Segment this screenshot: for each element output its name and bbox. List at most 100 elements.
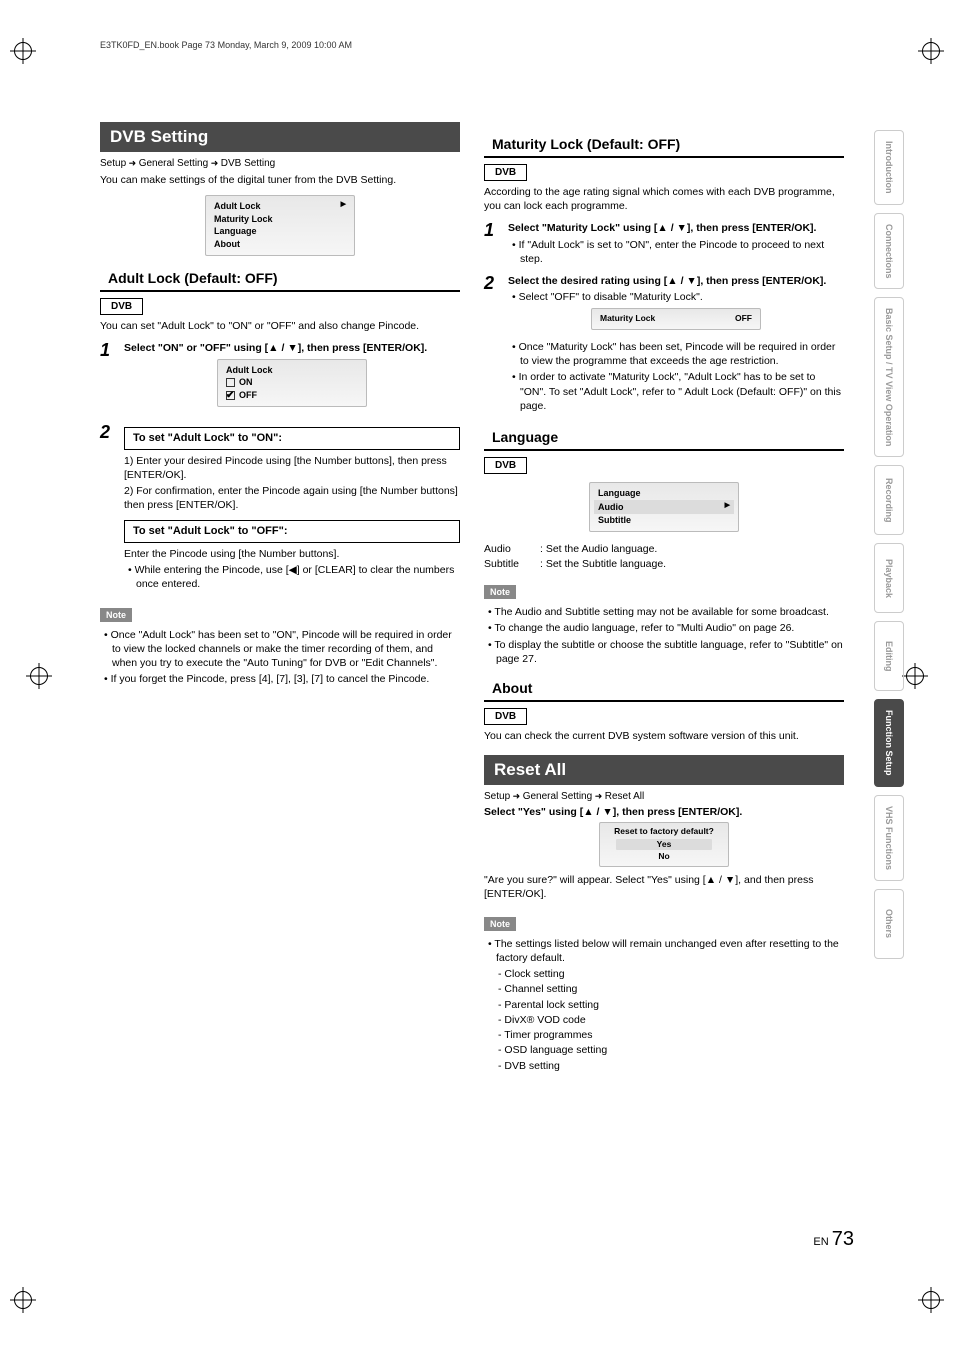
step-1: 1 Select "Maturity Lock" using [▲ / ▼], …: [484, 221, 844, 268]
list-item: Timer programmes: [498, 1028, 844, 1043]
registration-mark: [14, 42, 32, 60]
subheading-language: Language: [484, 425, 844, 451]
bullet: If "Adult Lock" is set to "ON", enter th…: [508, 238, 844, 266]
menu-item: Adult Lock: [214, 200, 261, 213]
breadcrumb-item: General Setting: [139, 158, 209, 169]
note-bullet: The settings listed below will remain un…: [484, 937, 844, 965]
boxed-heading: To set "Adult Lock" to "ON":: [124, 427, 460, 450]
intro-text: According to the age rating signal which…: [484, 185, 844, 213]
list-item: OSD language setting: [498, 1043, 844, 1058]
substep: Enter the Pincode using [the Number butt…: [124, 547, 460, 561]
breadcrumb-item: Setup: [484, 791, 510, 802]
box-title: Reset to factory default?: [606, 826, 722, 837]
tab-playback[interactable]: Playback: [874, 543, 904, 613]
section-heading-reset: Reset All: [484, 755, 844, 785]
intro-text: You can check the current DVB system sof…: [484, 729, 844, 743]
body-text: "Are you sure?" will appear. Select "Yes…: [484, 873, 844, 901]
tab-others[interactable]: Others: [874, 889, 904, 959]
adult-lock-options-box: Adult Lock ON OFF: [217, 359, 367, 407]
list-item: Channel setting: [498, 982, 844, 997]
checkbox-checked-icon: [226, 391, 235, 400]
menu-item: Subtitle: [598, 514, 730, 527]
option-on: ON: [226, 376, 358, 389]
note-bullet: If you forget the Pincode, press [4], [7…: [100, 672, 460, 686]
step-2: 2 Select the desired rating using [▲ / ▼…: [484, 274, 844, 415]
step-head: Select the desired rating using [▲ / ▼],…: [508, 274, 844, 288]
tab-recording[interactable]: Recording: [874, 465, 904, 535]
step-1: 1 Select "ON" or "OFF" using [▲ / ▼], th…: [100, 341, 460, 417]
menu-title: Language: [598, 487, 730, 500]
substep: 2) For confirmation, enter the Pincode a…: [124, 484, 460, 512]
dvb-badge: DVB: [484, 457, 527, 474]
dvb-badge: DVB: [100, 298, 143, 315]
page-footer: EN 73: [813, 1228, 854, 1251]
bullet: While entering the Pincode, use [◀] or […: [124, 563, 460, 591]
tab-function-setup[interactable]: Function Setup: [874, 699, 904, 787]
menu-item: Audio: [598, 501, 624, 514]
registration-mark: [906, 667, 924, 685]
step-number: 2: [484, 274, 502, 415]
breadcrumb-item: DVB Setting: [221, 158, 275, 169]
page-number: 73: [832, 1228, 854, 1250]
subheading-maturity-lock: Maturity Lock (Default: OFF): [484, 132, 844, 158]
dvb-badge: DVB: [484, 164, 527, 181]
option-off: OFF: [226, 389, 358, 402]
definition: : Set the Subtitle language.: [540, 557, 666, 573]
step-number: 1: [100, 341, 118, 417]
breadcrumb: Setup General Setting DVB Setting: [100, 158, 460, 169]
intro-text: You can set "Adult Lock" to "ON" or "OFF…: [100, 319, 460, 333]
page-lang: EN: [813, 1236, 828, 1248]
substep: 1) Enter your desired Pincode using [the…: [124, 454, 460, 482]
step-number: 1: [484, 221, 502, 268]
step-number: 2: [100, 423, 118, 594]
tab-connections[interactable]: Connections: [874, 213, 904, 290]
dvb-badge: DVB: [484, 708, 527, 725]
list-item: Parental lock setting: [498, 998, 844, 1013]
step-head: Select "ON" or "OFF" using [▲ / ▼], then…: [124, 341, 460, 355]
intro-text: You can make settings of the digital tun…: [100, 173, 460, 187]
term: Subtitle: [484, 557, 534, 573]
menu-item: About: [214, 238, 346, 251]
list-item: DivX® VOD code: [498, 1013, 844, 1028]
step-head: Select "Yes" using [▲ / ▼], then press […: [484, 806, 844, 818]
note-label: Note: [100, 608, 132, 622]
tab-vhs-functions[interactable]: VHS Functions: [874, 795, 904, 881]
tab-introduction[interactable]: Introduction: [874, 130, 904, 205]
bullet: Once "Maturity Lock" has been set, Pinco…: [508, 340, 844, 368]
note-bullet: Once "Adult Lock" has been set to "ON", …: [100, 628, 460, 671]
dvb-menu-box: Adult Lock ▶ Maturity Lock Language About: [205, 195, 355, 255]
side-tabs: Introduction Connections Basic Setup / T…: [874, 130, 904, 959]
left-column: DVB Setting Setup General Setting DVB Sett…: [100, 122, 460, 1074]
breadcrumb: SetupGeneral SettingReset All: [484, 791, 844, 802]
boxed-heading: To set "Adult Lock" to "OFF":: [124, 520, 460, 543]
list-item: DVB setting: [498, 1059, 844, 1074]
registration-mark: [14, 1291, 32, 1309]
subheading-adult-lock: Adult Lock (Default: OFF): [100, 266, 460, 292]
label: Maturity Lock: [600, 313, 655, 325]
chevron-right-icon: ▶: [341, 200, 346, 213]
page-body: DVB Setting Setup General Setting DVB Sett…: [50, 62, 904, 1094]
note-bullet: To change the audio language, refer to "…: [484, 621, 844, 635]
unchanged-list: Clock setting Channel setting Parental l…: [484, 967, 844, 1074]
bullet: Select "OFF" to disable "Maturity Lock".: [508, 290, 844, 304]
menu-item: Language: [214, 225, 346, 238]
chevron-right-icon: ▶: [725, 501, 730, 514]
tab-basic-setup[interactable]: Basic Setup / TV View Operation: [874, 297, 904, 457]
menu-title: Adult Lock: [226, 364, 358, 377]
definition: : Set the Audio language.: [540, 542, 657, 558]
language-menu-box: Language Audio ▶ Subtitle: [589, 482, 739, 532]
menu-item: Maturity Lock: [214, 213, 346, 226]
checkbox-icon: [226, 378, 235, 387]
bullet: In order to activate "Maturity Lock", "A…: [508, 370, 844, 413]
list-item: Clock setting: [498, 967, 844, 982]
registration-mark: [922, 1291, 940, 1309]
term: Audio: [484, 542, 534, 558]
tab-editing[interactable]: Editing: [874, 621, 904, 691]
print-header: E3TK0FD_EN.book Page 73 Monday, March 9,…: [100, 40, 904, 50]
breadcrumb-item: Reset All: [605, 791, 644, 802]
note-label: Note: [484, 917, 516, 931]
registration-mark: [922, 42, 940, 60]
step-2: 2 To set "Adult Lock" to "ON": 1) Enter …: [100, 423, 460, 594]
value: OFF: [735, 313, 752, 325]
breadcrumb-item: Setup: [100, 158, 126, 169]
